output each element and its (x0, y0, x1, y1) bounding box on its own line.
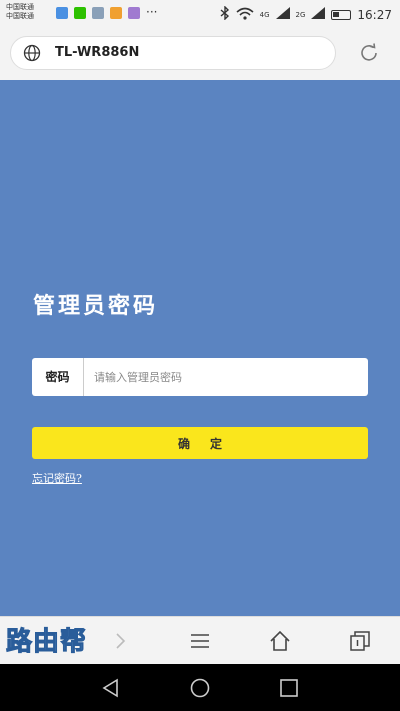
wifi-icon (236, 7, 254, 23)
confirm-button[interactable]: 确定 (32, 427, 368, 459)
carrier-label: 中国联通 (6, 12, 34, 20)
address-bar: TL-WR886N (0, 28, 400, 80)
network-4g-label: 4G (259, 10, 270, 19)
password-input[interactable] (84, 358, 368, 396)
status-indicators: 4G 2G 16:27 (220, 5, 392, 23)
app-notification-icon (128, 7, 140, 19)
carrier-label: 中国联通 (6, 3, 34, 11)
tabs-icon[interactable] (348, 629, 372, 653)
wechat-icon (74, 7, 86, 19)
app-notification-icon (56, 7, 68, 19)
nav-home-icon[interactable] (189, 677, 211, 699)
url-text: TL-WR886N (55, 45, 140, 60)
reload-icon[interactable] (358, 42, 380, 64)
more-notifications-icon: ··· (146, 5, 158, 19)
browser-toolbar: 路由帮 (0, 616, 400, 665)
app-notification-icon (110, 7, 122, 19)
carrier-labels: 中国联通 中国联通 (6, 3, 34, 21)
page-title: 管理员密码 (33, 293, 159, 319)
signal-icon (311, 7, 326, 22)
battery-icon (331, 9, 352, 20)
watermark-logo: 路由帮 (5, 627, 88, 658)
login-panel: 管理员密码 密码 确定 忘记密码? (0, 80, 400, 616)
nav-recent-icon[interactable] (278, 677, 300, 699)
bluetooth-icon (220, 5, 230, 23)
clock: 16:27 (357, 7, 392, 22)
gallery-icon (92, 7, 104, 19)
system-nav-bar (0, 664, 400, 711)
password-label: 密码 (32, 358, 84, 396)
chevron-right-icon[interactable] (108, 629, 132, 653)
password-field-group: 密码 (32, 358, 368, 396)
nav-back-icon[interactable] (100, 677, 122, 699)
signal-icon (275, 7, 290, 22)
status-bar: 中国联通 中国联通 ··· 4G 2G 16:27 (0, 0, 400, 28)
forgot-password-link[interactable]: 忘记密码? (32, 470, 82, 486)
network-2g-label: 2G (295, 10, 306, 19)
globe-icon (23, 44, 41, 62)
notification-icons: ··· (56, 5, 158, 19)
menu-icon[interactable] (188, 629, 212, 653)
home-icon[interactable] (268, 629, 292, 653)
url-field[interactable]: TL-WR886N (10, 36, 336, 70)
